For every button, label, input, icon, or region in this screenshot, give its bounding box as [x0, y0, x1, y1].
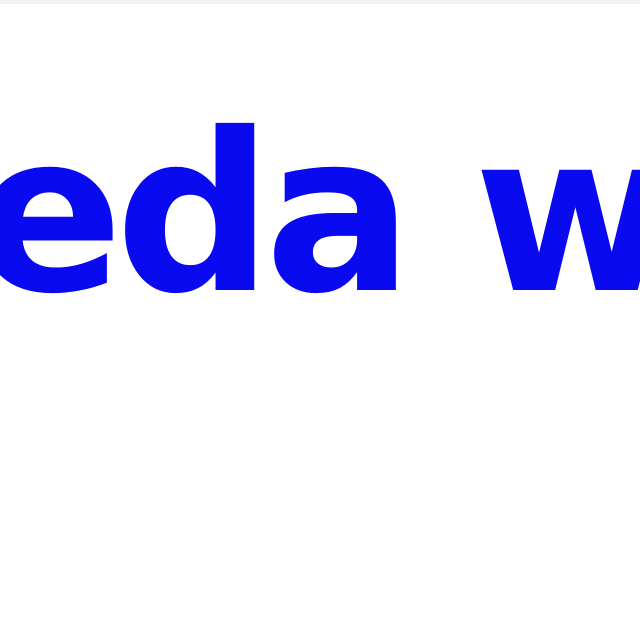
canvas: eda wo	[0, 0, 640, 640]
banner-text: eda wo	[0, 86, 640, 342]
top-divider	[0, 0, 640, 4]
